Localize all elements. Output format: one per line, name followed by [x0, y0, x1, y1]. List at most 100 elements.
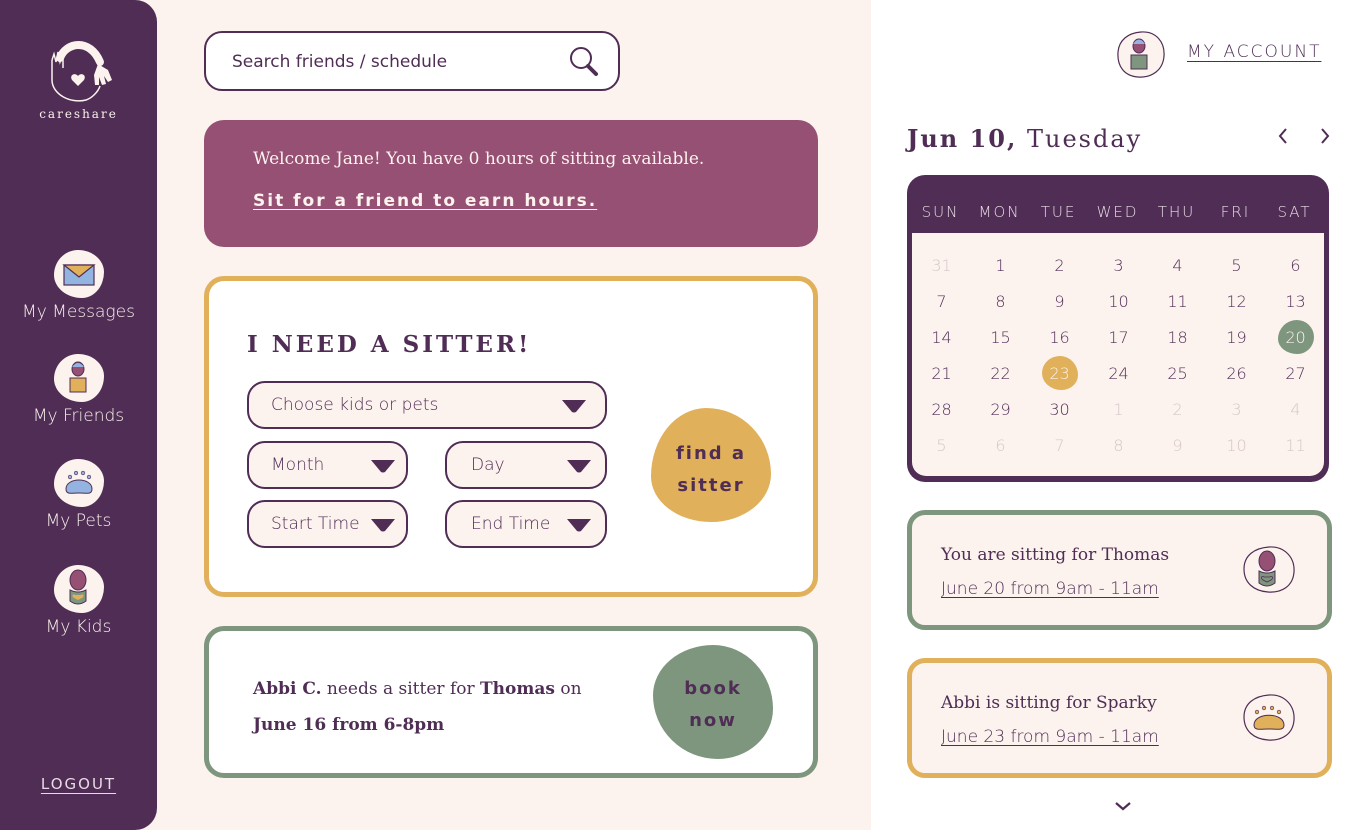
calendar-day-marked[interactable]: 20: [1266, 319, 1325, 355]
earn-hours-link[interactable]: Sit for a friend to earn hours.: [253, 191, 597, 211]
calendar-day[interactable]: 22: [971, 355, 1030, 391]
calendar-day[interactable]: 10: [1089, 283, 1148, 319]
sidebar-item-label: My Kids: [45, 617, 112, 637]
calendar-day[interactable]: 17: [1089, 319, 1148, 355]
paw-icon: [1242, 693, 1296, 747]
day-number: 7: [1054, 435, 1065, 455]
day-number: 7: [936, 291, 947, 311]
calendar-day[interactable]: 15: [971, 319, 1030, 355]
book-now-button[interactable]: book now: [653, 645, 773, 759]
calendar-day[interactable]: 2: [1030, 247, 1089, 283]
chevron-down-icon[interactable]: [1113, 797, 1133, 816]
calendar-day[interactable]: 8: [1089, 427, 1148, 463]
calendar-day[interactable]: 30: [1030, 391, 1089, 427]
day-number: 11: [1285, 435, 1306, 455]
sidebar-item-friends[interactable]: My Friends: [0, 354, 157, 426]
calendar-day[interactable]: 18: [1148, 319, 1207, 355]
day-number: 5: [936, 435, 947, 455]
calendar-day[interactable]: 5: [1207, 247, 1266, 283]
calendar-day[interactable]: 31: [912, 247, 971, 283]
search-icon[interactable]: [568, 45, 600, 81]
day-number: 26: [1226, 363, 1247, 383]
requester-name: Abbi C.: [253, 679, 322, 699]
friend-icon: [53, 354, 104, 402]
calendar-day[interactable]: 4: [1148, 247, 1207, 283]
calendar-day[interactable]: 13: [1266, 283, 1325, 319]
event-time-link[interactable]: June 20 from 9am - 11am: [941, 579, 1159, 599]
find-sitter-button[interactable]: find a sitter: [651, 408, 771, 522]
account-avatar-icon[interactable]: [1116, 30, 1166, 79]
logout-link[interactable]: LOGOUT: [0, 775, 157, 793]
calendar-day[interactable]: 29: [971, 391, 1030, 427]
calendar-day[interactable]: 25: [1148, 355, 1207, 391]
calendar-day[interactable]: 6: [1266, 247, 1325, 283]
calendar-day[interactable]: 4: [1266, 391, 1325, 427]
calendar-day[interactable]: 8: [971, 283, 1030, 319]
day-number: 24: [1108, 363, 1129, 383]
month-select[interactable]: Month: [247, 441, 408, 489]
calendar-day[interactable]: 27: [1266, 355, 1325, 391]
calendar-day[interactable]: 1: [1089, 391, 1148, 427]
calendar-day[interactable]: 9: [1148, 427, 1207, 463]
calendar-day[interactable]: 6: [971, 427, 1030, 463]
day-number: 2: [1172, 399, 1183, 419]
calendar-day[interactable]: 7: [1030, 427, 1089, 463]
calendar-day[interactable]: 11: [1266, 427, 1325, 463]
search-input[interactable]: [232, 47, 552, 77]
calendar-day[interactable]: 11: [1148, 283, 1207, 319]
day-number: 29: [990, 399, 1011, 419]
calendar-day[interactable]: 1: [971, 247, 1030, 283]
select-label: Choose kids or pets: [271, 395, 439, 415]
sidebar-item-pets[interactable]: My Pets: [0, 459, 157, 531]
day-number: 3: [1231, 399, 1242, 419]
chevron-left-icon[interactable]: [1276, 126, 1290, 150]
calendar-day[interactable]: 10: [1207, 427, 1266, 463]
calendar-day[interactable]: 2: [1148, 391, 1207, 427]
chevron-right-icon[interactable]: [1318, 126, 1332, 150]
calendar-day[interactable]: 26: [1207, 355, 1266, 391]
event-card: You are sitting for Thomas June 20 from …: [907, 510, 1332, 630]
calendar-day[interactable]: 3: [1089, 247, 1148, 283]
request-when: June 16 from 6-8pm: [253, 715, 445, 735]
end-time-select[interactable]: End Time: [445, 500, 607, 548]
kids-or-pets-select[interactable]: Choose kids or pets: [247, 381, 607, 429]
calendar-day[interactable]: 7: [912, 283, 971, 319]
calendar-day[interactable]: 16: [1030, 319, 1089, 355]
app-name: careshare: [39, 107, 118, 121]
calendar-day[interactable]: 28: [912, 391, 971, 427]
day-select[interactable]: Day: [445, 441, 607, 489]
child-name: Thomas: [480, 679, 555, 699]
calendar-day[interactable]: 12: [1207, 283, 1266, 319]
day-number: 5: [1231, 255, 1242, 275]
day-number: 16: [1049, 327, 1070, 347]
sidebar-item-label: My Pets: [45, 511, 112, 531]
calendar-day[interactable]: 24: [1089, 355, 1148, 391]
day-number: 27: [1285, 363, 1306, 383]
calendar-day[interactable]: 9: [1030, 283, 1089, 319]
welcome-message: Welcome Jane! You have 0 hours of sittin…: [253, 149, 705, 169]
careshare-logo-icon[interactable]: [38, 38, 118, 104]
day-number: 11: [1167, 291, 1188, 311]
calendar-day[interactable]: 3: [1207, 391, 1266, 427]
day-number: 23: [1041, 356, 1078, 390]
calendar-day-marked[interactable]: 23: [1030, 355, 1089, 391]
day-number: 18: [1167, 327, 1188, 347]
calendar-day[interactable]: 21: [912, 355, 971, 391]
day-number: 8: [1113, 435, 1124, 455]
calendar-day[interactable]: 5: [912, 427, 971, 463]
calendar-day[interactable]: 14: [912, 319, 971, 355]
sidebar-item-messages[interactable]: My Messages: [0, 250, 157, 322]
baby-icon: [1242, 545, 1296, 599]
calendar-day[interactable]: 19: [1207, 319, 1266, 355]
day-number: 8: [995, 291, 1006, 311]
day-number: 15: [990, 327, 1011, 347]
need-sitter-title: I NEED A SITTER!: [247, 331, 532, 358]
button-label: book: [684, 678, 742, 699]
sidebar: careshare My Messages My Friends My Pets…: [0, 0, 157, 830]
sidebar-item-kids[interactable]: My Kids: [0, 565, 157, 637]
start-time-select[interactable]: Start Time: [247, 500, 408, 548]
weekday-label: FRI: [1220, 203, 1251, 221]
event-title: You are sitting for Thomas: [941, 545, 1170, 565]
my-account-link[interactable]: MY ACCOUNT: [1187, 42, 1321, 62]
event-time-link[interactable]: June 23 from 9am - 11am: [941, 727, 1159, 747]
